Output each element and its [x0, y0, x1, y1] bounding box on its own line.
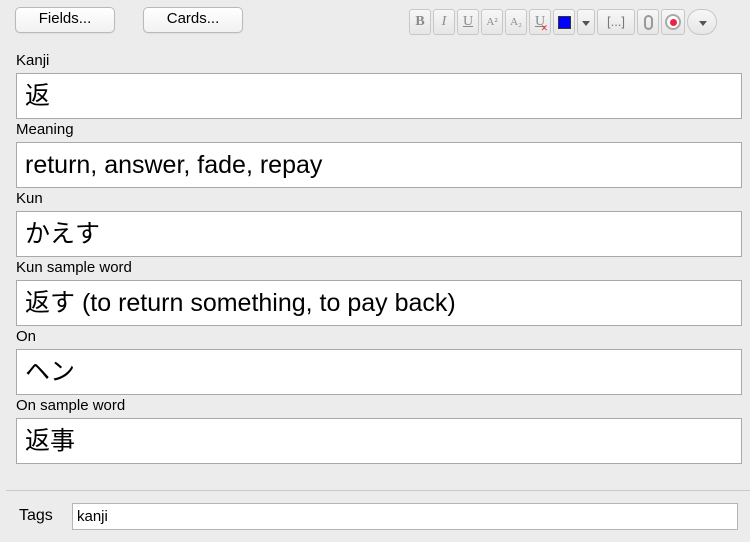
field-label-meaning: Meaning: [16, 121, 74, 138]
subscript-icon[interactable]: A₂: [505, 9, 527, 35]
editor-header: Fields... Cards... B I U A² A₂ U ✕ [...]: [0, 0, 750, 40]
field-input-kun-sample-word[interactable]: 返す (to return something, to pay back): [16, 280, 742, 326]
field-label-kanji: Kanji: [16, 52, 50, 69]
field-input-on-sample-word[interactable]: 返事: [16, 418, 742, 464]
clear-format-icon[interactable]: U ✕: [529, 9, 551, 35]
field-label-kun: Kun: [16, 190, 43, 207]
attach-icon[interactable]: [637, 9, 659, 35]
record-icon[interactable]: [661, 9, 685, 35]
cards-button[interactable]: Cards...: [143, 7, 243, 33]
italic-icon[interactable]: I: [433, 9, 455, 35]
field-input-meaning[interactable]: return, answer, fade, repay: [16, 142, 742, 188]
tags-input[interactable]: kanji: [72, 503, 738, 530]
bold-icon[interactable]: B: [409, 9, 431, 35]
color-swatch: [558, 16, 571, 29]
underline-icon[interactable]: U: [457, 9, 479, 35]
field-input-kanji[interactable]: 返: [16, 73, 742, 119]
field-input-on[interactable]: ヘン: [16, 349, 742, 395]
tags-label: Tags: [19, 507, 53, 524]
field-input-kun[interactable]: かえす: [16, 211, 742, 257]
field-label-on-sample-word: On sample word: [16, 397, 126, 414]
text-color-icon[interactable]: [553, 9, 575, 35]
cloze-icon[interactable]: [...]: [597, 9, 635, 35]
color-dropdown-icon[interactable]: [577, 9, 595, 35]
more-options-icon[interactable]: [687, 9, 717, 35]
clear-x-icon: ✕: [540, 23, 548, 33]
field-label-on: On: [16, 328, 37, 345]
field-label-kun-sample-word: Kun sample word: [16, 259, 132, 276]
superscript-icon[interactable]: A²: [481, 9, 503, 35]
fields-button[interactable]: Fields...: [15, 7, 115, 33]
divider: [6, 490, 750, 491]
